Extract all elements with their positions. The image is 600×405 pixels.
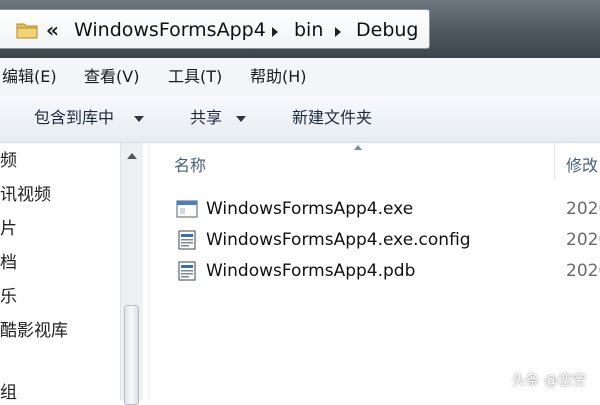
breadcrumb-debug[interactable]: Debug — [356, 19, 418, 41]
file-list: 名称 修改 WindowsFormsApp4.exe 2020 WindowsF… — [150, 143, 600, 400]
file-name[interactable]: WindowsFormsApp4.pdb — [206, 260, 415, 282]
config-file-icon — [178, 230, 196, 250]
menu-help[interactable]: 帮助(H) — [250, 67, 307, 87]
menu-bar: 编辑(E) 查看(V) 工具(T) 帮助(H) — [0, 58, 600, 97]
nav-scrollbar[interactable] — [120, 143, 143, 405]
breadcrumb-windowsformsapp4[interactable]: WindowsFormsApp4 — [74, 19, 266, 41]
scrollbar-thumb[interactable] — [124, 305, 139, 405]
navigation-pane: 频 讯视频 片 档 乐 酷影视库 组 — [0, 143, 149, 405]
exe-icon — [176, 200, 198, 218]
column-header-name[interactable]: 名称 — [174, 152, 206, 176]
nav-item-videos[interactable]: 频 — [0, 151, 17, 171]
sort-ascending-icon — [354, 145, 362, 150]
chevron-down-icon[interactable] — [236, 116, 246, 122]
scroll-up-icon[interactable] — [127, 153, 137, 159]
file-row[interactable]: WindowsFormsApp4.exe 2020 — [150, 195, 600, 225]
file-date: 2020 — [566, 230, 600, 250]
column-header-modified[interactable]: 修改 — [566, 152, 598, 176]
folder-icon — [16, 23, 38, 39]
nav-item-music[interactable]: 乐 — [0, 287, 17, 307]
file-row[interactable]: WindowsFormsApp4.exe.config 2020 — [150, 226, 600, 256]
file-date: 2020 — [566, 199, 600, 219]
breadcrumb-separator-icon[interactable] — [335, 27, 341, 37]
menu-edit[interactable]: 编辑(E) — [2, 67, 57, 87]
address-bar-region: « WindowsFormsApp4 bin Debug — [0, 0, 600, 58]
breadcrumb-overflow-button[interactable]: « — [46, 19, 59, 41]
file-date: 2020 — [566, 261, 600, 281]
nav-item-homegroup[interactable]: 组 — [0, 383, 17, 403]
new-folder-button[interactable]: 新建文件夹 — [292, 108, 372, 128]
nav-item-pictures[interactable]: 片 — [0, 219, 17, 239]
pdb-file-icon — [178, 261, 196, 281]
watermark: 头条 @恋空 — [511, 373, 586, 389]
include-in-library-button[interactable]: 包含到库中 — [34, 108, 114, 128]
nav-item-documents[interactable]: 档 — [0, 253, 17, 273]
column-header-row: 名称 修改 — [150, 143, 600, 179]
nav-item-tencent-video[interactable]: 讯视频 — [0, 185, 51, 205]
share-button[interactable]: 共享 — [190, 108, 222, 128]
address-field[interactable]: « WindowsFormsApp4 bin Debug — [0, 9, 430, 49]
breadcrumb-bin[interactable]: bin — [294, 19, 323, 41]
command-bar: 包含到库中 共享 新建文件夹 — [0, 96, 600, 143]
chevron-down-icon[interactable] — [134, 116, 144, 122]
file-name[interactable]: WindowsFormsApp4.exe.config — [206, 229, 471, 251]
breadcrumb-separator-icon[interactable] — [272, 27, 278, 37]
nav-item-youku-library[interactable]: 酷影视库 — [0, 321, 68, 341]
column-divider[interactable] — [554, 143, 555, 179]
file-row[interactable]: WindowsFormsApp4.pdb 2020 — [150, 257, 600, 287]
file-name[interactable]: WindowsFormsApp4.exe — [206, 198, 413, 220]
menu-tools[interactable]: 工具(T) — [168, 67, 222, 87]
menu-view[interactable]: 查看(V) — [84, 67, 139, 87]
